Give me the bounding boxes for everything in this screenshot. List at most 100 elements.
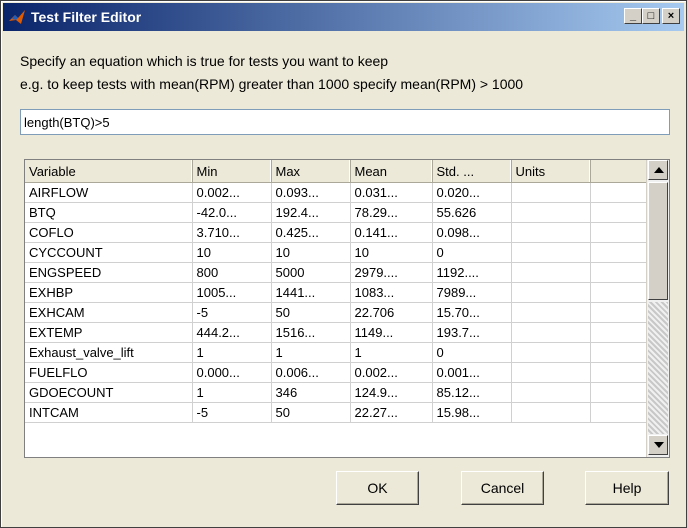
table-cell[interactable]	[590, 182, 648, 203]
table-cell[interactable]	[590, 322, 648, 343]
column-header-variable[interactable]: Variable	[25, 160, 193, 183]
table-cell[interactable]	[511, 342, 591, 363]
table-cell[interactable]: 10	[271, 242, 351, 263]
table-cell[interactable]: 7989...	[432, 282, 512, 303]
table-row[interactable]: BTQ -42.0... 192.4... 78.29... 55.626	[25, 202, 648, 223]
table-cell[interactable]: BTQ	[25, 202, 193, 223]
table-cell[interactable]: 0.098...	[432, 222, 512, 243]
table-cell[interactable]: 0.002...	[192, 182, 272, 203]
table-cell[interactable]: EXTEMP	[25, 322, 193, 343]
table-cell[interactable]: 444.2...	[192, 322, 272, 343]
scroll-up-button[interactable]	[648, 160, 668, 180]
table-cell[interactable]: 0	[432, 242, 512, 263]
table-cell[interactable]	[511, 222, 591, 243]
table-cell[interactable]: 800	[192, 262, 272, 283]
table-cell[interactable]: 5000	[271, 262, 351, 283]
table-cell[interactable]: 3.710...	[192, 222, 272, 243]
table-cell[interactable]: 0	[432, 342, 512, 363]
ok-button[interactable]: OK	[336, 471, 419, 505]
table-cell[interactable]: 1	[192, 382, 272, 403]
table-cell[interactable]: 124.9...	[350, 382, 433, 403]
scrollbar-thumb[interactable]	[648, 182, 668, 300]
column-header-blank[interactable]	[590, 160, 648, 183]
table-cell[interactable]: 0.006...	[271, 362, 351, 383]
table-cell[interactable]	[511, 302, 591, 323]
table-cell[interactable]: 0.425...	[271, 222, 351, 243]
table-cell[interactable]: 85.12...	[432, 382, 512, 403]
table-cell[interactable]: 1005...	[192, 282, 272, 303]
table-cell[interactable]: 15.70...	[432, 302, 512, 323]
table-cell[interactable]: 10	[350, 242, 433, 263]
table-cell[interactable]: 55.626	[432, 202, 512, 223]
cancel-button[interactable]: Cancel	[461, 471, 544, 505]
scrollbar-track[interactable]	[648, 302, 668, 434]
table-cell[interactable]: 1441...	[271, 282, 351, 303]
table-cell[interactable]: 22.27...	[350, 402, 433, 423]
table-row[interactable]: AIRFLOW 0.002... 0.093... 0.031... 0.020...	[25, 182, 648, 203]
table-row[interactable]: CYCCOUNT 10 10 10 0	[25, 242, 648, 263]
table-cell[interactable]: 1	[271, 342, 351, 363]
close-button[interactable]: ×	[662, 8, 680, 24]
maximize-button[interactable]: □	[642, 8, 660, 24]
table-cell[interactable]: 50	[271, 402, 351, 423]
table-cell[interactable]	[590, 382, 648, 403]
table-cell[interactable]	[511, 262, 591, 283]
table-cell[interactable]	[511, 242, 591, 263]
table-cell[interactable]: 0.141...	[350, 222, 433, 243]
table-row[interactable]: EXHCAM -5 50 22.706 15.70...	[25, 302, 648, 323]
table-cell[interactable]: 0.002...	[350, 362, 433, 383]
scroll-down-button[interactable]	[648, 435, 668, 455]
table-cell[interactable]	[590, 262, 648, 283]
table-cell[interactable]: 1	[350, 342, 433, 363]
table-row[interactable]: EXTEMP 444.2... 1516... 1149... 193.7...	[25, 322, 648, 343]
table-cell[interactable]: COFLO	[25, 222, 193, 243]
table-cell[interactable]: 1149...	[350, 322, 433, 343]
table-cell[interactable]: 0.000...	[192, 362, 272, 383]
help-button[interactable]: Help	[585, 471, 669, 505]
table-row[interactable]: FUELFLO 0.000... 0.006... 0.002... 0.001...	[25, 362, 648, 383]
table-cell[interactable]	[511, 362, 591, 383]
table-cell[interactable]: 1516...	[271, 322, 351, 343]
table-cell[interactable]: EXHBP	[25, 282, 193, 303]
vertical-scrollbar[interactable]	[646, 160, 669, 457]
table-cell[interactable]	[590, 222, 648, 243]
table-cell[interactable]: GDOECOUNT	[25, 382, 193, 403]
table-cell[interactable]	[511, 202, 591, 223]
table-cell[interactable]: 346	[271, 382, 351, 403]
table-cell[interactable]	[590, 302, 648, 323]
table-cell[interactable]: 193.7...	[432, 322, 512, 343]
column-header-std[interactable]: Std. ...	[432, 160, 512, 183]
table-cell[interactable]: 50	[271, 302, 351, 323]
table-cell[interactable]: 1	[192, 342, 272, 363]
minimize-button[interactable]: _	[624, 8, 642, 24]
table-cell[interactable]: 22.706	[350, 302, 433, 323]
table-cell[interactable]: 2979....	[350, 262, 433, 283]
table-cell[interactable]	[590, 282, 648, 303]
table-cell[interactable]	[511, 182, 591, 203]
table-cell[interactable]: 192.4...	[271, 202, 351, 223]
table-cell[interactable]	[590, 202, 648, 223]
table-cell[interactable]: 0.001...	[432, 362, 512, 383]
column-header-mean[interactable]: Mean	[350, 160, 433, 183]
table-cell[interactable]: -5	[192, 302, 272, 323]
table-cell[interactable]	[511, 382, 591, 403]
table-cell[interactable]	[511, 282, 591, 303]
table-cell[interactable]: Exhaust_valve_lift	[25, 342, 193, 363]
table-row[interactable]: GDOECOUNT 1 346 124.9... 85.12...	[25, 382, 648, 403]
table-cell[interactable]: 0.031...	[350, 182, 433, 203]
table-cell[interactable]	[590, 402, 648, 423]
column-header-min[interactable]: Min	[192, 160, 272, 183]
table-cell[interactable]: 1192....	[432, 262, 512, 283]
table-cell[interactable]	[511, 322, 591, 343]
table-row[interactable]: COFLO 3.710... 0.425... 0.141... 0.098...	[25, 222, 648, 243]
table-cell[interactable]: EXHCAM	[25, 302, 193, 323]
table-cell[interactable]	[590, 242, 648, 263]
table-row[interactable]: ENGSPEED 800 5000 2979.... 1192....	[25, 262, 648, 283]
table-cell[interactable]	[590, 362, 648, 383]
table-cell[interactable]: -5	[192, 402, 272, 423]
table-cell[interactable]: INTCAM	[25, 402, 193, 423]
table-cell[interactable]: 0.093...	[271, 182, 351, 203]
table-row[interactable]: Exhaust_valve_lift 1 1 1 0	[25, 342, 648, 363]
table-cell[interactable]: 10	[192, 242, 272, 263]
table-cell[interactable]: CYCCOUNT	[25, 242, 193, 263]
